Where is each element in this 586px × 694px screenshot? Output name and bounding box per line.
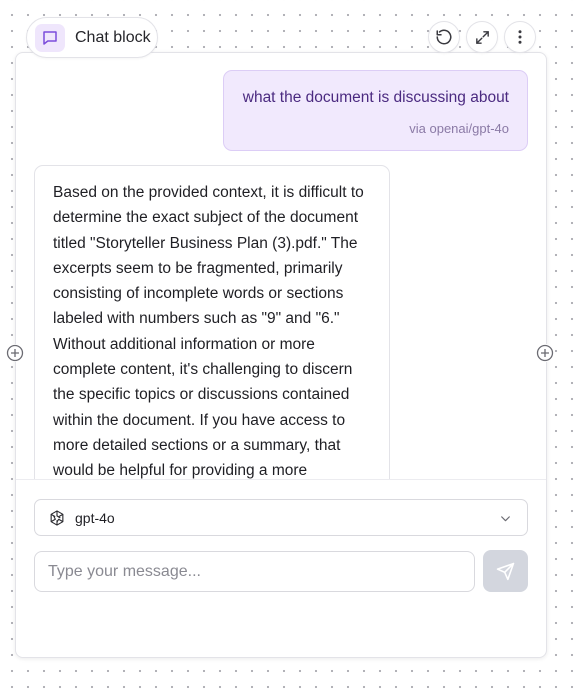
assistant-message-line: the specific topics or discussions conta… (53, 386, 350, 404)
send-icon (496, 562, 515, 580)
assistant-message-bubble: Based on the provided context, it is dif… (34, 165, 390, 495)
add-circle-icon (536, 344, 554, 362)
message-input[interactable] (34, 551, 475, 592)
assistant-message-line: titled "Storyteller Business Plan (3).pd… (53, 234, 358, 252)
chevron-down-icon (501, 516, 510, 522)
expand-icon (475, 30, 489, 44)
block-title[interactable]: Chat block (26, 17, 158, 58)
refresh-icon (436, 29, 452, 45)
model-select[interactable]: gpt-4o (34, 499, 528, 536)
user-message-bubble: what the document is discussing about vi… (223, 70, 528, 151)
assistant-message-line: labeled with numbers such as "9" and "6.… (53, 310, 340, 328)
more-vertical-icon (518, 30, 522, 44)
model-select-value: gpt-4o (75, 510, 115, 526)
assistant-message-line: determine the exact subject of the docum… (53, 209, 359, 227)
add-circle-icon (6, 344, 24, 362)
more-options-button[interactable] (504, 21, 536, 53)
left-connection-handle[interactable] (6, 344, 24, 362)
right-connection-handle[interactable] (536, 344, 554, 362)
user-message-model-tag: via openai/gpt-4o (409, 121, 509, 136)
assistant-message-line: more detailed sections or a summary, tha… (53, 436, 341, 454)
assistant-message-line: Based on the provided context, it is dif… (53, 184, 364, 201)
assistant-message-line: excerpts seem to be fragmented, primaril… (53, 259, 343, 277)
chat-bubble-icon (35, 23, 65, 52)
block-title-label: Chat block (75, 28, 151, 46)
openai-logo-icon (50, 510, 64, 526)
user-message-text: what the document is discussing about (242, 89, 509, 106)
expand-button[interactable] (466, 21, 498, 53)
assistant-message-text: Based on the provided context, it is dif… (53, 180, 378, 484)
assistant-message-line: within the document. If you have access … (53, 411, 346, 429)
send-button[interactable] (483, 550, 528, 592)
assistant-message-line: Without additional information or more (53, 335, 315, 353)
refresh-button[interactable] (428, 21, 460, 53)
assistant-message-line: consisting of incomplete words or sectio… (53, 285, 344, 303)
assistant-message-line: complete content, it's challenging to di… (53, 361, 353, 379)
